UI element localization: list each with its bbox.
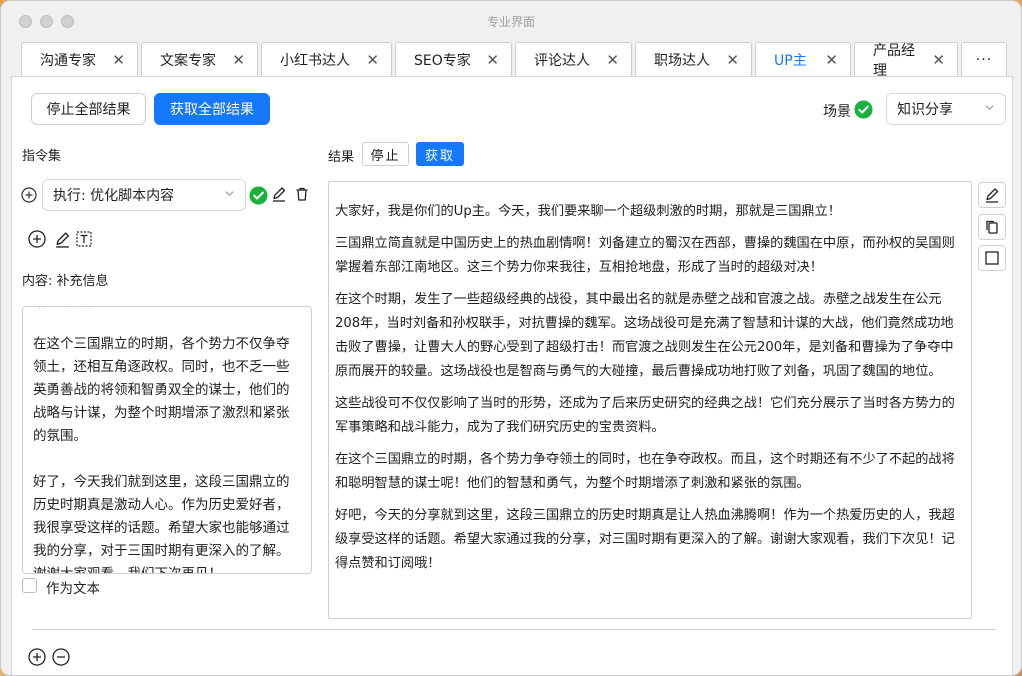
remove-circle-icon[interactable] — [51, 647, 71, 667]
content-label: 内容: 补充信息 — [22, 274, 109, 289]
textarea-cut-line: 给您带来视觉上的盛宴。 — [33, 307, 301, 314]
instructions-title: 指令集 — [22, 149, 62, 164]
result-paragraph: 三国鼎立简直就是中国历史上的热血剧情啊！刘备建立的蜀汉在西部，曹操的魏国在中原，… — [335, 236, 955, 275]
result-output: 大家好，我是你们的Up主。今天，我们要来聊一个超级刺激的时期，那就是三国鼎立！ … — [328, 181, 972, 619]
tab-workplace-expert[interactable]: 职场达人 ✕ — [635, 42, 752, 76]
result-paragraph: 大家好，我是你们的Up主。今天，我们要来聊一个超级刺激的时期，那就是三国鼎立！ — [335, 204, 841, 219]
result-paragraph: 在这个时期，发生了一些超级经典的战役，其中最出名的就是赤壁之战和官渡之战。赤壁之… — [335, 292, 954, 379]
edit-result-button[interactable] — [978, 182, 1006, 208]
expand-result-button[interactable] — [978, 245, 1006, 271]
result-label: 结果 — [328, 150, 355, 165]
divider — [32, 629, 996, 630]
app-window: 专业界面 沟通专家 ✕ 文案专家 ✕ 小红书达人 ✕ SEO专家 ✕ 评论达人 … — [0, 0, 1022, 676]
tab-label: SEO专家 — [414, 52, 471, 69]
tab-label: UP主 — [774, 52, 807, 69]
command-select-value: 执行: 优化脚本内容 — [53, 188, 175, 204]
square-icon — [985, 251, 999, 265]
check-circle-icon — [853, 99, 873, 119]
textarea-paragraph: 在这个三国鼎立的时期，各个势力不仅争夺领土，还相互角逐政权。同时，也不乏一些英勇… — [33, 336, 290, 444]
result-paragraph: 在这个三国鼎立的时期，各个势力争夺领土的同时，也在争夺政权。而且，这个时期还有不… — [335, 452, 955, 491]
main-panel: 停止全部结果 获取全部结果 场景 知识分享 指令集 执行: 优化脚本内容 内容:… — [11, 76, 1013, 675]
window-title: 专业界面 — [486, 15, 535, 29]
close-icon[interactable]: ✕ — [232, 51, 245, 69]
tab-comment-expert[interactable]: 评论达人 ✕ — [515, 42, 632, 76]
result-paragraph: 好吧，今天的分享就到这里，这段三国鼎立的历史时期真是让人热血沸腾啊！作为一个热爱… — [335, 508, 955, 571]
close-icon[interactable]: ✕ — [112, 51, 125, 69]
as-text-checkbox[interactable] — [22, 578, 37, 593]
edit-icon[interactable] — [270, 185, 288, 203]
scene-label: 场景 — [823, 104, 851, 120]
add-circle-icon[interactable] — [20, 186, 38, 204]
result-paragraph: 这些战役可不仅仅影响了当时的形势，还成为了后来历史研究的经典之战！它们充分展示了… — [335, 396, 955, 435]
tab-label: 小红书达人 — [280, 52, 350, 69]
stop-result-button[interactable]: 停止 — [362, 142, 409, 166]
close-icon[interactable]: ✕ — [825, 51, 838, 69]
close-icon[interactable]: ✕ — [726, 51, 739, 69]
check-circle-icon — [248, 185, 268, 205]
chevron-down-icon — [984, 102, 995, 116]
text-box-icon[interactable] — [74, 229, 94, 249]
content-textarea[interactable]: 给您带来视觉上的盛宴。 在这个三国鼎立的时期，各个势力不仅争夺领土，还相互角逐政… — [22, 306, 312, 574]
scene-select[interactable]: 知识分享 — [886, 93, 1006, 125]
textarea-paragraph: 好了，今天我们就到这里，这段三国鼎立的历史时期真是激动人心。作为历史爱好者，我很… — [33, 474, 290, 574]
tab-label: 产品经理 — [873, 42, 915, 79]
more-tabs-button[interactable]: ··· — [961, 42, 1007, 76]
command-select[interactable]: 执行: 优化脚本内容 — [42, 179, 246, 211]
title-bar: 专业界面 — [1, 1, 1021, 41]
chevron-down-icon — [224, 188, 235, 202]
tab-label: 文案专家 — [160, 52, 216, 69]
copy-result-button[interactable] — [978, 214, 1006, 240]
close-icon[interactable]: ✕ — [932, 51, 945, 69]
tab-copywriting-expert[interactable]: 文案专家 ✕ — [141, 42, 258, 76]
trash-icon[interactable] — [293, 185, 311, 203]
get-result-button[interactable]: 获取 — [416, 142, 464, 166]
tab-label: 评论达人 — [534, 52, 590, 69]
as-text-label: 作为文本 — [46, 581, 100, 597]
tab-xiaohongshu-expert[interactable]: 小红书达人 ✕ — [261, 42, 392, 76]
tab-seo-expert[interactable]: SEO专家 ✕ — [395, 42, 512, 76]
tab-bar: 沟通专家 ✕ 文案专家 ✕ 小红书达人 ✕ SEO专家 ✕ 评论达人 ✕ 职场达… — [21, 42, 1010, 79]
stop-all-button[interactable]: 停止全部结果 — [31, 93, 146, 125]
edit-icon — [986, 188, 999, 203]
close-icon[interactable]: ✕ — [486, 51, 499, 69]
tab-communication-expert[interactable]: 沟通专家 ✕ — [21, 42, 138, 76]
tab-product-manager[interactable]: 产品经理 ✕ — [854, 42, 958, 79]
tab-label: 沟通专家 — [40, 52, 96, 69]
edit-icon[interactable] — [52, 229, 72, 249]
copy-icon — [986, 220, 998, 234]
close-icon[interactable]: ✕ — [606, 51, 619, 69]
get-all-button[interactable]: 获取全部结果 — [154, 93, 270, 125]
close-icon[interactable]: ✕ — [366, 51, 379, 69]
add-circle-icon[interactable] — [27, 647, 47, 667]
add-circle-icon[interactable] — [27, 229, 47, 249]
tab-up-host[interactable]: UP主 ✕ — [755, 42, 851, 76]
scene-select-value: 知识分享 — [897, 102, 953, 118]
tab-label: 职场达人 — [654, 52, 710, 69]
